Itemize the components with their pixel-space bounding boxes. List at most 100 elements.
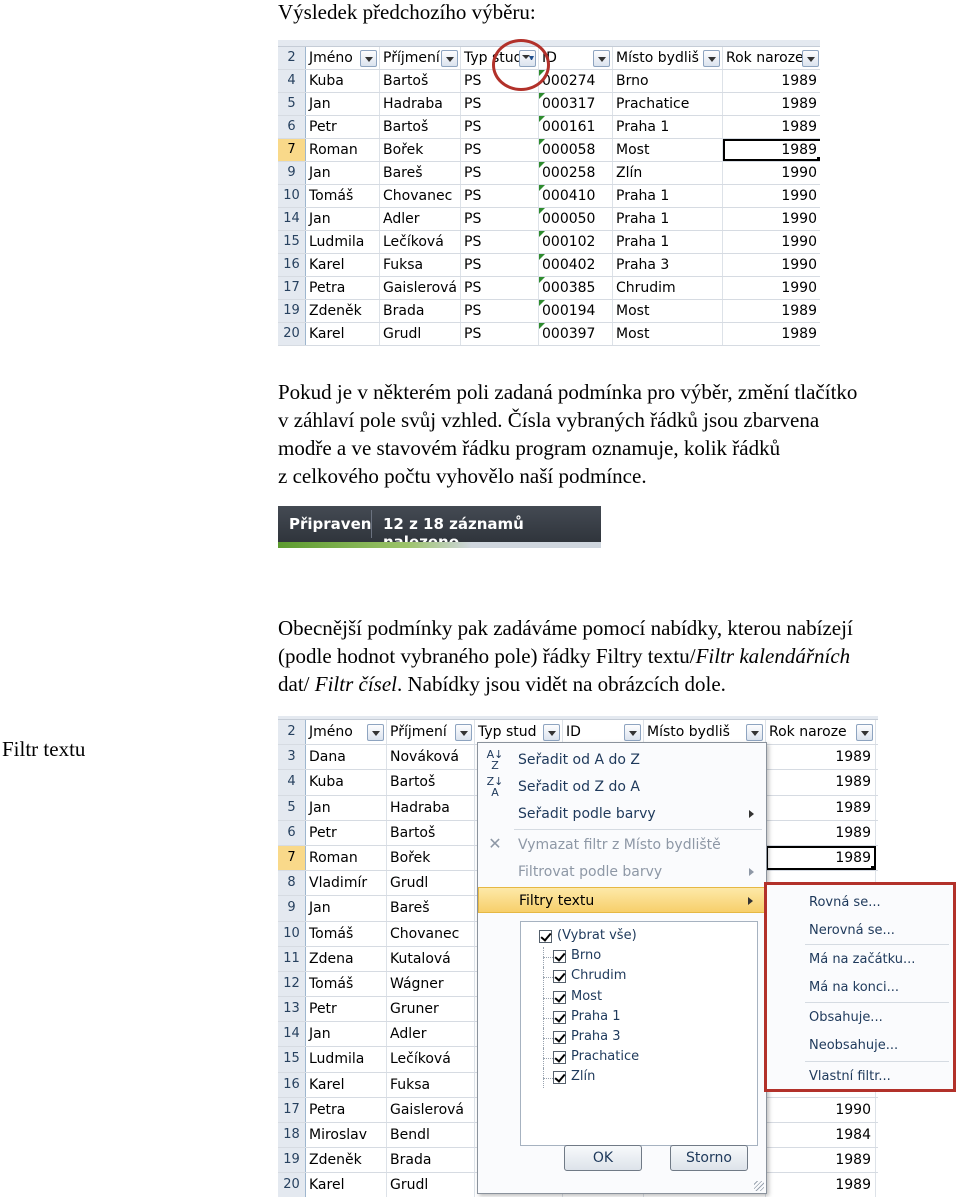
table-cell[interactable]: 1989: [766, 795, 876, 820]
row-number[interactable]: 17: [278, 1097, 306, 1122]
table-cell[interactable]: 1984: [766, 1123, 876, 1148]
table-cell[interactable]: Jan: [306, 1022, 387, 1047]
row-number[interactable]: 19: [278, 300, 306, 322]
filter-value-item[interactable]: Praha 3: [543, 1028, 621, 1048]
table-cell[interactable]: 000385: [539, 277, 613, 299]
table-cell[interactable]: Zdeněk: [306, 300, 380, 322]
table-cell[interactable]: Zdena: [306, 946, 387, 971]
filter-dropdown-icon[interactable]: [746, 724, 763, 741]
filter-value-item[interactable]: Brno: [543, 947, 601, 968]
table-cell[interactable]: Roman: [306, 139, 380, 161]
row-number[interactable]: 7: [278, 139, 306, 161]
row-number[interactable]: 7: [278, 845, 306, 871]
row-number[interactable]: 8: [278, 871, 306, 896]
table-cell[interactable]: Ludmila: [306, 1047, 387, 1072]
table-cell[interactable]: 1990: [723, 208, 820, 230]
table-cell[interactable]: Gaislerová: [380, 277, 461, 299]
table-cell[interactable]: 000410: [539, 185, 613, 207]
table-cell[interactable]: Praha 1: [613, 231, 723, 253]
checkbox-checked-icon[interactable]: [553, 1010, 566, 1024]
filter-value-item[interactable]: Praha 1: [543, 1007, 621, 1028]
table-cell[interactable]: Chovanec: [380, 185, 461, 207]
table-cell[interactable]: Bareš: [387, 896, 475, 921]
table-cell[interactable]: 1989: [723, 139, 820, 161]
table-cell[interactable]: Bartoš: [380, 116, 461, 138]
table-cell[interactable]: Karel: [306, 323, 380, 345]
table-cell[interactable]: 1990: [766, 1097, 876, 1122]
row-number[interactable]: 14: [278, 1022, 306, 1047]
table-cell[interactable]: Bartoš: [387, 820, 475, 845]
table-cell[interactable]: Roman: [306, 845, 387, 871]
table-cell[interactable]: 1989: [766, 820, 876, 845]
row-number[interactable]: 19: [278, 1148, 306, 1173]
table-cell[interactable]: 1989: [723, 116, 820, 138]
row-number[interactable]: 6: [278, 820, 306, 845]
resize-grip[interactable]: [754, 1181, 764, 1191]
table-cell[interactable]: Jan: [306, 208, 380, 230]
row-number[interactable]: 10: [278, 921, 306, 946]
table-cell[interactable]: Most: [613, 300, 723, 322]
table-cell[interactable]: Adler: [387, 1022, 475, 1047]
table-cell[interactable]: Dana: [306, 745, 387, 770]
table-cell[interactable]: 1989: [766, 845, 876, 871]
menu-clear-filter[interactable]: ✕ Vymazat filtr z Místo bydliště: [478, 832, 766, 858]
table-cell[interactable]: Ludmila: [306, 231, 380, 253]
filter-dropdown-icon[interactable]: [441, 50, 458, 67]
row-number[interactable]: 4: [278, 770, 306, 795]
table-cell[interactable]: 1990: [723, 162, 820, 184]
row-number[interactable]: 20: [278, 1173, 306, 1197]
table-cell[interactable]: Kutalová: [387, 946, 475, 971]
table-cell[interactable]: 1989: [723, 70, 820, 92]
table-cell[interactable]: Prachatice: [613, 93, 723, 115]
row-number[interactable]: 18: [278, 1123, 306, 1148]
filter-dropdown-icon[interactable]: [593, 50, 610, 67]
table-cell[interactable]: 1990: [723, 254, 820, 276]
menu-text-filters[interactable]: Filtry textu: [478, 887, 766, 913]
table-cell[interactable]: 1989: [766, 1173, 876, 1197]
table-cell[interactable]: Jan: [306, 162, 380, 184]
table-cell[interactable]: 1989: [766, 745, 876, 770]
menu-sort-by-color[interactable]: Seřadit podle barvy: [478, 801, 766, 827]
table-cell[interactable]: Lečíková: [387, 1047, 475, 1072]
table-cell[interactable]: PS: [461, 254, 539, 276]
filter-value-item[interactable]: Chrudim: [543, 967, 626, 988]
row-number[interactable]: 11: [278, 946, 306, 971]
row-number[interactable]: 12: [278, 971, 306, 997]
table-cell[interactable]: Jan: [306, 795, 387, 820]
table-cell[interactable]: Fuksa: [387, 1072, 475, 1097]
row-number[interactable]: 15: [278, 1047, 306, 1072]
checkbox-checked-icon[interactable]: [553, 1031, 566, 1044]
table-cell[interactable]: PS: [461, 300, 539, 322]
filter-value-list[interactable]: (Vybrat vše) Brno Chrudim Most Praha 1 Praha …: [520, 921, 758, 1146]
menu-filter-by-color[interactable]: Filtrovat podle barvy: [478, 859, 766, 885]
table-cell[interactable]: Brada: [380, 300, 461, 322]
menu-sort-az[interactable]: A↓ Z Seřadit od A do Z: [478, 747, 766, 773]
table-cell[interactable]: Kuba: [306, 70, 380, 92]
table-cell[interactable]: 1989: [723, 300, 820, 322]
row-number[interactable]: 16: [278, 1072, 306, 1097]
table-cell[interactable]: Chovanec: [387, 921, 475, 946]
table-cell[interactable]: Jan: [306, 896, 387, 921]
table-cell[interactable]: Grudl: [380, 323, 461, 345]
table-cell[interactable]: Most: [613, 323, 723, 345]
table-cell[interactable]: Petr: [306, 820, 387, 845]
table-cell[interactable]: Hadraba: [380, 93, 461, 115]
filter-dropdown-icon[interactable]: [703, 50, 720, 67]
row-number[interactable]: 9: [278, 162, 306, 184]
table-cell[interactable]: PS: [461, 139, 539, 161]
table-cell[interactable]: PS: [461, 116, 539, 138]
table-cell[interactable]: PS: [461, 93, 539, 115]
row-number[interactable]: 9: [278, 896, 306, 921]
row-number[interactable]: 2: [278, 47, 306, 69]
table-cell[interactable]: Petra: [306, 277, 380, 299]
table-cell[interactable]: 000274: [539, 70, 613, 92]
table-cell[interactable]: 000050: [539, 208, 613, 230]
table-cell[interactable]: 000317: [539, 93, 613, 115]
table-cell[interactable]: Bořek: [380, 139, 461, 161]
row-number[interactable]: 2: [278, 720, 306, 745]
checkbox-checked-icon[interactable]: [553, 1051, 566, 1065]
menu-sort-za[interactable]: Z↓ A Seřadit od Z do A: [478, 774, 766, 800]
table-cell[interactable]: 000402: [539, 254, 613, 276]
ok-button[interactable]: OK: [564, 1145, 642, 1171]
table-cell[interactable]: Fuksa: [380, 254, 461, 276]
